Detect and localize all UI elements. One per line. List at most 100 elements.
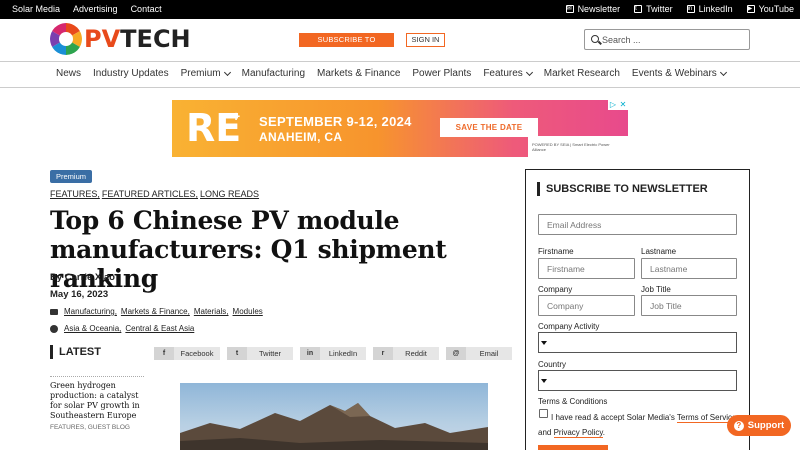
nav-item[interactable]: Market Research: [544, 68, 620, 79]
topic-link[interactable]: Markets & Finance,: [121, 307, 190, 316]
ad-brand-plus: +: [232, 108, 241, 124]
social-link[interactable]: ✉ Newsletter: [565, 4, 621, 14]
chevron-down-icon: [525, 68, 533, 76]
support-label: Support: [747, 420, 785, 431]
share-label: Facebook: [180, 349, 214, 358]
globe-icon: [50, 324, 58, 333]
social-link-label: Newsletter: [577, 4, 621, 14]
article-title: Top 6 Chinese PV module manufacturers: Q…: [50, 206, 447, 293]
latest-heading: LATEST: [50, 345, 101, 359]
share-label: Twitter: [258, 349, 282, 358]
topic-link[interactable]: Manufacturing,: [64, 307, 117, 316]
region-link[interactable]: Central & East Asia: [125, 324, 194, 333]
company-field[interactable]: [538, 295, 635, 316]
consent-end: .: [602, 428, 606, 437]
subscribe-premium-button[interactable]: SUBSCRIBE TO PREMIUM: [299, 33, 394, 58]
ad-info-icon[interactable]: ▷: [608, 100, 618, 110]
social-link-label: YouTube: [758, 4, 794, 14]
social-link[interactable]: ▶ YouTube: [746, 4, 794, 14]
share-button-linkedin[interactable]: in LinkedIn: [300, 347, 366, 360]
nav-item[interactable]: Industry Updates: [93, 68, 169, 79]
search-box[interactable]: Search ...: [584, 29, 750, 50]
twitter-icon: t: [634, 5, 643, 13]
search-input[interactable]: Search ...: [602, 35, 641, 45]
share-email-icon: @: [446, 347, 466, 360]
premium-badge[interactable]: Premium: [50, 170, 93, 183]
support-button[interactable]: ? Support: [727, 415, 791, 436]
latest-list-item[interactable]: Green hydrogen production: a catalyst fo…: [50, 376, 144, 431]
share-facebook-icon: f: [154, 347, 174, 360]
share-twitter-icon: t: [227, 347, 247, 360]
share-label: Reddit: [405, 349, 427, 358]
nav-item[interactable]: News: [56, 68, 81, 79]
company-activity-select[interactable]: [538, 332, 737, 353]
lastname-field[interactable]: [641, 258, 737, 279]
latest-item-title[interactable]: Green hydrogen production: a catalyst fo…: [50, 381, 144, 421]
nav-item-label: Markets & Finance: [317, 68, 401, 79]
privacy-policy-link[interactable]: Privacy Policy: [553, 428, 603, 438]
nav-item[interactable]: Manufacturing: [242, 68, 305, 79]
article-hero-image: [180, 383, 488, 450]
ad-cta-button[interactable]: SAVE THE DATE: [440, 118, 538, 137]
top-link[interactable]: Contact: [131, 4, 162, 14]
nav-item-label: Premium: [180, 68, 221, 79]
article-categories: FEATURES, FEATURED ARTICLES, LONG READS: [50, 189, 261, 199]
country-label: Country: [538, 360, 567, 369]
nav-item[interactable]: Events & Webinars: [631, 68, 727, 79]
top-bar-links: Solar Media Advertising Contact: [12, 4, 162, 14]
company-label: Company: [538, 285, 573, 294]
ad-banner[interactable]: RE + SEPTEMBER 9-12, 2024 ANAHEIM, CA SA…: [172, 100, 628, 157]
main-nav-list: News Industry Updates Premium Manufacturing…: [56, 68, 727, 79]
youtube-icon: ▶: [746, 5, 755, 13]
lastname-label: Lastname: [641, 247, 677, 256]
company-activity-label: Company Activity: [538, 322, 600, 331]
nav-item[interactable]: Premium: [180, 68, 231, 79]
terms-label: Terms & Conditions: [538, 397, 608, 406]
sign-in-button[interactable]: SIGN IN: [406, 33, 445, 47]
share-button-twitter[interactable]: t Twitter: [227, 347, 293, 360]
newsletter-heading: SUBSCRIBE TO NEWSLETTER: [537, 182, 708, 196]
article-date: May 16, 2023: [50, 289, 109, 300]
social-link-label: Twitter: [646, 4, 673, 14]
nav-item[interactable]: Features: [483, 68, 533, 79]
site-logo[interactable]: PVTECH: [50, 23, 191, 55]
topic-link[interactable]: Materials,: [194, 307, 229, 316]
category-link[interactable]: LONG READS: [200, 189, 259, 199]
social-link[interactable]: in LinkedIn: [686, 4, 733, 14]
share-label: LinkedIn: [328, 349, 358, 358]
article-regions: Asia & Oceania, Central & East Asia: [50, 324, 194, 333]
newsletter-icon: ✉: [565, 5, 574, 13]
newsletter-submit-button[interactable]: [538, 445, 608, 450]
top-link[interactable]: Solar Media: [12, 4, 60, 14]
share-button-reddit[interactable]: r Reddit: [373, 347, 439, 360]
nav-item-label: News: [56, 68, 82, 79]
share-button-email[interactable]: @ Email: [446, 347, 512, 360]
firstname-field[interactable]: [538, 258, 635, 279]
article-topics: Manufacturing, Markets & Finance, Material…: [50, 307, 263, 316]
help-icon: ?: [733, 420, 744, 431]
nav-item[interactable]: Markets & Finance: [317, 68, 400, 79]
country-select[interactable]: [538, 370, 737, 391]
social-link[interactable]: t Twitter: [634, 4, 673, 14]
newsletter-panel: SUBSCRIBE TO NEWSLETTER Firstname Lastna…: [525, 169, 750, 450]
region-link[interactable]: Asia & Oceania,: [64, 324, 121, 333]
linkedin-icon: in: [686, 5, 695, 13]
nav-item[interactable]: Power Plants: [412, 68, 471, 79]
ad-powered-by: POWERED BY SEIA | Smart Electric Power A…: [528, 136, 628, 157]
jobtitle-field[interactable]: [641, 295, 737, 316]
share-button-facebook[interactable]: f Facebook: [154, 347, 220, 360]
category-link[interactable]: FEATURED ARTICLES,: [102, 189, 198, 199]
topic-link[interactable]: Modules: [233, 307, 263, 316]
dropdown-arrow-icon: [541, 379, 547, 383]
ad-close-icon[interactable]: ✕: [618, 100, 628, 110]
category-link[interactable]: FEATURES,: [50, 189, 100, 199]
folder-icon: [50, 308, 58, 315]
top-link[interactable]: Advertising: [73, 4, 118, 14]
latest-item-meta: FEATURES, GUEST BLOG: [50, 424, 130, 431]
share-reddit-icon: r: [373, 347, 393, 360]
top-bar-social: ✉ Newsletter t Twitter in LinkedIn ▶ YouTube: [565, 4, 794, 14]
social-link-label: LinkedIn: [698, 4, 733, 14]
email-field[interactable]: [538, 214, 737, 235]
nav-item-label: Events & Webinars: [631, 68, 717, 79]
ad-controls: ▷ ✕: [608, 100, 628, 110]
